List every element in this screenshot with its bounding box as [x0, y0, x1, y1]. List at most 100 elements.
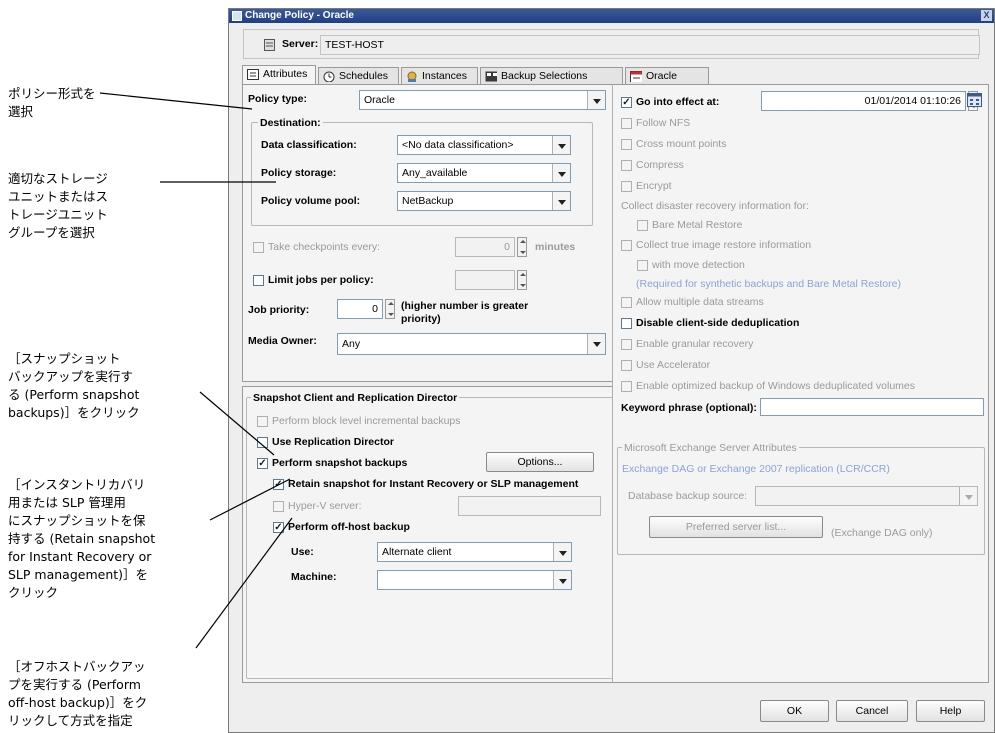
exchange-group-label: Microsoft Exchange Server Attributes	[622, 442, 799, 454]
window-title: Change Policy - Oracle	[245, 10, 354, 21]
policy-volume-pool-select[interactable]: NetBackup	[397, 191, 571, 211]
retain-snapshot-checkbox[interactable]: ✓	[273, 479, 284, 490]
limit-jobs-input[interactable]	[455, 270, 515, 290]
policy-storage-select[interactable]: Any_available	[397, 163, 571, 183]
bare-metal-label: Bare Metal Restore	[652, 219, 743, 231]
follow-nfs-checkbox[interactable]	[621, 118, 632, 129]
attributes-icon	[247, 69, 259, 80]
chevron-down-icon	[552, 136, 570, 154]
tab-schedules[interactable]: Schedules	[318, 67, 399, 85]
chevron-down-icon	[959, 487, 977, 505]
optimized-checkbox[interactable]	[621, 381, 632, 392]
help-button[interactable]: Help	[916, 700, 985, 722]
annotation-offhost: ［オフホストバックアッ プを実行する (Perform off-host bac…	[8, 659, 148, 728]
go-into-effect-label: Go into effect at:	[636, 96, 720, 108]
close-button[interactable]: X	[981, 10, 992, 21]
disable-dedup-label: Disable client-side deduplication	[636, 317, 800, 329]
chevron-down-icon	[553, 543, 571, 561]
move-detection-label: with move detection	[652, 259, 745, 271]
backup-selections-icon	[485, 71, 497, 82]
limit-jobs-checkbox[interactable]	[253, 275, 264, 286]
app-icon	[232, 11, 242, 21]
ok-button[interactable]: OK	[760, 700, 829, 722]
multiple-streams-checkbox[interactable]	[621, 297, 632, 308]
title-bar: Change Policy - Oracle X	[229, 9, 994, 23]
db-source-select[interactable]	[755, 486, 978, 506]
granular-checkbox[interactable]	[621, 339, 632, 350]
chevron-down-icon	[552, 192, 570, 210]
annotation-storage: 適切なストレージ ユニットまたはス トレージユニット グループを選択	[8, 171, 109, 240]
block-level-label: Perform block level incremental backups	[272, 415, 461, 427]
perform-snapshot-label: Perform snapshot backups	[272, 457, 408, 469]
job-priority-note: (higher number is greater priority)	[401, 300, 529, 325]
encrypt-label: Encrypt	[636, 180, 672, 192]
clock-icon	[323, 71, 335, 82]
tab-instances[interactable]: Instances	[401, 67, 478, 85]
minutes-label: minutes	[535, 241, 576, 253]
checkpoints-spinner[interactable]	[517, 237, 527, 257]
accelerator-checkbox[interactable]	[621, 360, 632, 371]
required-note: (Required for synthetic backups and Bare…	[636, 278, 901, 290]
snapshot-panel: Snapshot Client and Replication Director…	[242, 386, 618, 683]
job-priority-input[interactable]: 0	[337, 299, 383, 319]
encrypt-checkbox[interactable]	[621, 181, 632, 192]
compress-checkbox[interactable]	[621, 160, 632, 171]
cancel-button[interactable]: Cancel	[836, 700, 908, 722]
optimized-label: Enable optimized backup of Windows dedup…	[636, 380, 915, 392]
hyperv-checkbox[interactable]	[273, 501, 284, 512]
chevron-down-icon	[552, 164, 570, 182]
destination-label: Destination:	[258, 117, 323, 129]
media-owner-select[interactable]: Any	[337, 333, 606, 355]
destination-group: Destination: Data classification: <No da…	[251, 117, 593, 226]
annotation-snapshot: ［スナップショット バックアップを実行す る (Perform snapshot…	[8, 351, 140, 420]
move-detection-checkbox[interactable]	[637, 260, 648, 271]
exchange-dag-label: Exchange DAG or Exchange 2007 replicatio…	[622, 463, 890, 475]
tab-backup-selections[interactable]: Backup Selections	[480, 67, 623, 85]
perform-snapshot-checkbox[interactable]: ✓	[257, 458, 268, 469]
take-checkpoints-label: Take checkpoints every:	[268, 241, 381, 253]
exchange-group: Microsoft Exchange Server Attributes Exc…	[617, 442, 985, 555]
keyword-input[interactable]	[760, 398, 984, 416]
policy-volume-pool-label: Policy volume pool:	[261, 195, 361, 207]
server-icon	[264, 39, 275, 51]
true-image-checkbox[interactable]	[621, 240, 632, 251]
go-into-effect-checkbox[interactable]: ✓	[621, 97, 632, 108]
tab-attributes[interactable]: Attributes	[242, 65, 316, 85]
preferred-server-button[interactable]: Preferred server list...	[649, 516, 823, 538]
annotation-retain: ［インスタントリカバリ 用または SLP 管理用 にスナップショットを保 持する…	[8, 477, 156, 600]
take-checkpoints-checkbox[interactable]	[253, 242, 264, 253]
use-select[interactable]: Alternate client	[377, 542, 572, 562]
limit-jobs-label: Limit jobs per policy:	[268, 274, 374, 286]
block-level-checkbox[interactable]	[257, 416, 268, 427]
job-priority-spinner[interactable]	[385, 299, 395, 319]
retain-snapshot-label: Retain snapshot for Instant Recovery or …	[288, 478, 579, 490]
options-button[interactable]: Options...	[486, 452, 594, 472]
true-image-label: Collect true image restore information	[636, 239, 812, 251]
checkpoints-input[interactable]: 0	[455, 237, 515, 257]
options-panel: ✓ Go into effect at: 01/01/2014 01:10:26…	[612, 84, 989, 683]
hyperv-label: Hyper-V server:	[288, 500, 362, 512]
tab-oracle[interactable]: Oracle	[625, 67, 709, 85]
data-classification-select[interactable]: <No data classification>	[397, 135, 571, 155]
general-attributes-panel: Policy type: Oracle Destination: Data cl…	[242, 84, 618, 382]
chevron-down-icon	[587, 334, 605, 354]
media-owner-label: Media Owner:	[248, 335, 317, 347]
job-priority-label: Job priority:	[248, 304, 310, 316]
granular-label: Enable granular recovery	[636, 338, 754, 350]
disable-dedup-checkbox[interactable]	[621, 318, 632, 329]
machine-label: Machine:	[291, 571, 337, 583]
replication-director-checkbox[interactable]	[257, 437, 268, 448]
bare-metal-checkbox[interactable]	[637, 220, 648, 231]
calendar-icon[interactable]	[967, 93, 982, 107]
cross-mount-checkbox[interactable]	[621, 139, 632, 150]
cross-mount-label: Cross mount points	[636, 138, 727, 150]
chevron-down-icon	[553, 571, 571, 589]
disaster-recovery-label: Collect disaster recovery information fo…	[621, 200, 809, 212]
hyperv-input[interactable]	[458, 496, 601, 516]
limit-jobs-spinner[interactable]	[517, 270, 527, 290]
policy-type-select[interactable]: Oracle	[359, 90, 606, 110]
replication-director-label: Use Replication Director	[272, 436, 394, 448]
machine-select[interactable]	[377, 570, 572, 590]
go-into-effect-input[interactable]: 01/01/2014 01:10:26	[761, 91, 966, 111]
offhost-checkbox[interactable]: ✓	[273, 522, 284, 533]
